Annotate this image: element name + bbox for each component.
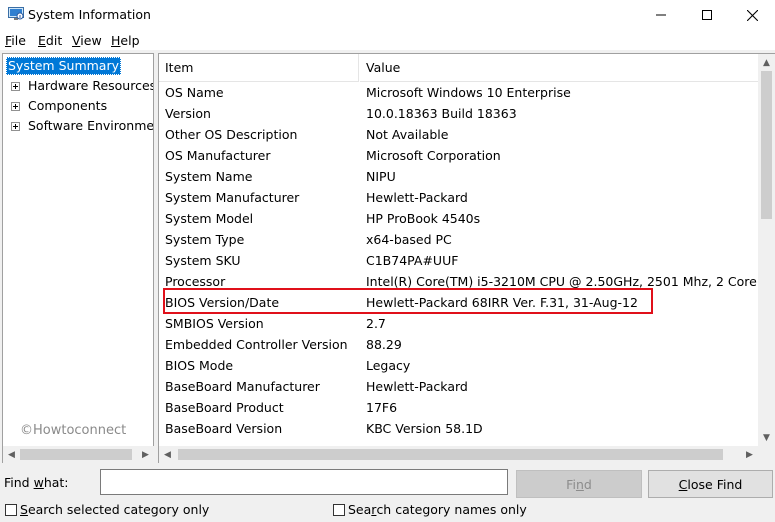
scrollbar-corner — [758, 446, 775, 463]
close-find-button[interactable]: Close Find — [648, 470, 773, 498]
table-row[interactable]: BaseBoard Version KBC Version 58.1D — [159, 418, 759, 439]
table-row[interactable]: System Model HP ProBook 4540s — [159, 208, 759, 229]
row-item-cell: Other OS Description — [165, 127, 298, 142]
tree-item-software-environment[interactable]: Software Environment — [3, 118, 153, 136]
table-row[interactable]: System SKU C1B74PA#UUF — [159, 250, 759, 271]
checkbox-box[interactable] — [5, 503, 17, 516]
row-value-cell: 88.29 — [366, 337, 402, 352]
scroll-up-icon[interactable]: ▲ — [758, 54, 775, 71]
row-value-cell: 2.7 — [366, 316, 386, 331]
checkbox-box[interactable] — [333, 503, 345, 516]
category-tree: System Summary Hardware Resources Compon… — [2, 53, 154, 463]
table-row[interactable]: System Type x64-based PC — [159, 229, 759, 250]
row-item-cell: BaseBoard Version — [165, 421, 283, 436]
scroll-down-icon[interactable]: ▼ — [758, 429, 775, 446]
table-row[interactable]: BaseBoard Product 17F6 — [159, 397, 759, 418]
close-window-button[interactable] — [729, 0, 775, 30]
row-item-cell: System Name — [165, 169, 253, 184]
menu-bar: File Edit View Help — [0, 30, 775, 50]
search-selected-category-checkbox[interactable]: Search selected category only — [5, 502, 209, 517]
menu-file[interactable]: File — [5, 33, 26, 48]
row-value-cell: KBC Version 58.1D — [366, 421, 483, 436]
row-value-cell: Not Available — [366, 127, 449, 142]
scroll-right-icon[interactable]: ▶ — [137, 446, 154, 463]
row-value-cell: C1B74PA#UUF — [366, 253, 459, 268]
row-item-cell: Embedded Controller Version — [165, 337, 348, 352]
row-item-cell: System Manufacturer — [165, 190, 300, 205]
find-what-label: Find what: — [4, 475, 69, 490]
row-item-cell: Version — [165, 106, 211, 121]
list-horizontal-scrollbar[interactable]: ◀ ▶ — [159, 446, 758, 463]
maximize-icon — [702, 10, 712, 20]
window-title: System Information — [28, 7, 151, 22]
row-value-cell: 17F6 — [366, 400, 398, 415]
table-row[interactable]: Version 10.0.18363 Build 18363 — [159, 103, 759, 124]
scroll-left-icon[interactable]: ◀ — [159, 446, 176, 463]
tree-item-components[interactable]: Components — [3, 98, 153, 116]
row-value-cell: 10.0.18363 Build 18363 — [366, 106, 517, 121]
table-row[interactable]: Embedded Controller Version 88.29 — [159, 334, 759, 355]
row-value-cell: HP ProBook 4540s — [366, 211, 481, 226]
row-value-cell: Microsoft Corporation — [366, 148, 501, 163]
row-item-cell: OS Name — [165, 85, 224, 100]
find-what-input[interactable] — [100, 469, 508, 495]
row-value-cell: NIPU — [366, 169, 396, 184]
menu-view[interactable]: View — [72, 33, 102, 48]
minimize-button[interactable] — [638, 0, 684, 30]
row-item-cell: BaseBoard Product — [165, 400, 284, 415]
row-item-cell: OS Manufacturer — [165, 148, 271, 163]
find-button[interactable]: Fi n d — [516, 470, 642, 498]
tree-horizontal-scrollbar[interactable]: ◀ ▶ — [3, 446, 154, 463]
title-bar: System Information — [0, 0, 775, 30]
maximize-button[interactable] — [684, 0, 730, 30]
table-row[interactable]: SMBIOS Version 2.7 — [159, 313, 759, 334]
table-row[interactable]: System Name NIPU — [159, 166, 759, 187]
scroll-thumb[interactable] — [178, 449, 723, 460]
table-row[interactable]: Other OS Description Not Available — [159, 124, 759, 145]
scroll-thumb[interactable] — [761, 71, 772, 219]
expand-plus-icon[interactable] — [11, 102, 20, 111]
row-item-cell: System SKU — [165, 253, 241, 268]
tree-item-hardware-resources[interactable]: Hardware Resources — [3, 78, 153, 96]
row-value-cell: Hewlett-Packard — [366, 190, 468, 205]
row-value-cell: Legacy — [366, 358, 411, 373]
row-item-cell: SMBIOS Version — [165, 316, 264, 331]
minimize-icon — [656, 14, 666, 16]
table-row[interactable]: BIOS Mode Legacy — [159, 355, 759, 376]
table-row[interactable]: OS Name Microsoft Windows 10 Enterprise — [159, 82, 759, 103]
menu-help[interactable]: Help — [111, 33, 140, 48]
scroll-thumb[interactable] — [20, 449, 132, 460]
list-vertical-scrollbar[interactable]: ▲ ▼ — [758, 54, 775, 446]
scroll-left-icon[interactable]: ◀ — [3, 446, 20, 463]
bios-highlight-box — [163, 288, 653, 314]
row-value-cell: Microsoft Windows 10 Enterprise — [366, 85, 571, 100]
row-item-cell: System Model — [165, 211, 254, 226]
search-category-names-checkbox[interactable]: Sea r ch category names only — [333, 502, 527, 517]
row-item-cell: BIOS Mode — [165, 358, 234, 373]
table-row[interactable]: System Manufacturer Hewlett-Packard — [159, 187, 759, 208]
row-item-cell: System Type — [165, 232, 245, 247]
table-row[interactable]: BaseBoard Manufacturer Hewlett-Packard — [159, 376, 759, 397]
tree-item-system-summary[interactable]: System Summary — [6, 57, 121, 75]
details-list: Item Value OS Name Microsoft Windows 10 E… — [158, 53, 775, 463]
table-row[interactable]: OS Manufacturer Microsoft Corporation — [159, 145, 759, 166]
close-icon — [746, 9, 758, 21]
row-value-cell: Hewlett-Packard — [366, 379, 468, 394]
column-header-item[interactable]: Item — [159, 54, 359, 82]
row-item-cell: BaseBoard Manufacturer — [165, 379, 320, 394]
expand-plus-icon[interactable] — [11, 122, 20, 131]
watermark: ©Howtoconnect — [20, 423, 127, 438]
column-header-value[interactable]: Value — [360, 54, 760, 82]
scroll-right-icon[interactable]: ▶ — [741, 446, 758, 463]
menu-edit[interactable]: Edit — [38, 33, 62, 48]
row-value-cell: x64-based PC — [366, 232, 452, 247]
system-information-icon — [8, 7, 24, 20]
expand-plus-icon[interactable] — [11, 82, 20, 91]
